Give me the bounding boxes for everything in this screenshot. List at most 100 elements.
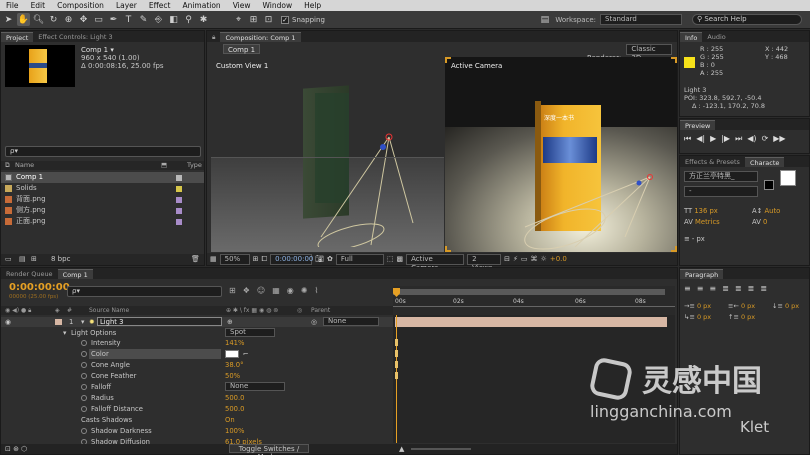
- rectangle-tool-icon[interactable]: ▭: [92, 13, 105, 26]
- eyedropper-icon[interactable]: ⌐: [243, 349, 249, 359]
- motion-blur-icon[interactable]: ◉: [287, 286, 294, 295]
- align-left-icon[interactable]: ≡: [684, 284, 691, 293]
- world-axis-icon[interactable]: ⊞: [247, 13, 260, 26]
- puppet-pin-icon[interactable]: ✱: [197, 13, 210, 26]
- tab-character[interactable]: Characte: [744, 157, 785, 167]
- property-value[interactable]: 500.0: [225, 404, 244, 414]
- list-item[interactable]: Comp 1: [1, 172, 204, 183]
- menu-file[interactable]: File: [0, 0, 25, 11]
- always-preview-icon[interactable]: ▦: [210, 255, 217, 263]
- label-color-swatch[interactable]: [55, 319, 62, 325]
- channel-icon[interactable]: ✿: [327, 255, 333, 263]
- property-value[interactable]: On: [225, 415, 235, 425]
- pan-behind-icon[interactable]: ✥: [77, 13, 90, 26]
- list-item[interactable]: Solids: [1, 183, 204, 194]
- parent-select[interactable]: None: [323, 317, 379, 326]
- tab-composition[interactable]: Composition: Comp 1: [220, 32, 301, 42]
- brush-tool-icon[interactable]: ✎: [137, 13, 150, 26]
- menu-effect[interactable]: Effect: [143, 0, 177, 11]
- justify-left-icon[interactable]: ≣: [722, 284, 729, 293]
- color-value-swatch[interactable]: [225, 350, 239, 358]
- property-value[interactable]: 100%: [225, 426, 244, 436]
- exposure-value[interactable]: +0.0: [550, 255, 567, 263]
- justify-center-icon[interactable]: ≣: [735, 284, 742, 293]
- last-frame-icon[interactable]: ⏭: [735, 134, 742, 144]
- stopwatch-icon[interactable]: [81, 384, 87, 390]
- list-item[interactable]: 侧方.png: [1, 205, 204, 216]
- property-value[interactable]: 38.0°: [225, 360, 244, 370]
- expand-arrow-icon[interactable]: ▾: [63, 328, 66, 338]
- column-parent[interactable]: Parent: [311, 306, 330, 315]
- kerning-value[interactable]: Metrics: [695, 218, 720, 226]
- custom-view-1[interactable]: Custom View 1: [211, 57, 444, 252]
- region-of-interest-icon[interactable]: ⬚: [387, 255, 394, 263]
- stopwatch-icon[interactable]: [81, 406, 87, 412]
- hand-tool-icon[interactable]: ✋: [17, 13, 30, 26]
- layer-row[interactable]: ◉ 1 ▾ ✹ Light 3 ⊕ ◎ None: [1, 317, 393, 327]
- new-folder-icon[interactable]: ▤: [19, 254, 26, 265]
- zoom-tool-icon[interactable]: 🔍︎: [32, 13, 45, 26]
- font-family-select[interactable]: 方正兰亭特黑_: [684, 171, 758, 182]
- column-type[interactable]: Type: [187, 161, 202, 170]
- property-row[interactable]: Casts Shadows On: [1, 415, 393, 425]
- audio-icon[interactable]: ◀): [747, 134, 756, 144]
- space-before-value[interactable]: 0 px: [741, 313, 755, 321]
- time-ruler[interactable]: 00s 02s 04s 06s 08s: [393, 286, 675, 315]
- property-row[interactable]: Intensity 141%: [1, 338, 393, 348]
- keyframe-marker[interactable]: [395, 372, 398, 379]
- first-frame-icon[interactable]: ⏮: [684, 134, 691, 144]
- work-area-bar[interactable]: [393, 289, 665, 295]
- shy-layers-icon[interactable]: ☺: [257, 286, 265, 295]
- indent-right-value[interactable]: 0 px: [741, 302, 755, 310]
- rotate-tool-icon[interactable]: ↻: [47, 13, 60, 26]
- stopwatch-icon[interactable]: [81, 362, 87, 368]
- interpret-footage-icon[interactable]: ▭: [5, 254, 12, 265]
- property-row[interactable]: Falloff Distance 500.0: [1, 404, 393, 414]
- property-row[interactable]: Radius 500.0: [1, 393, 393, 403]
- toggle-switches-modes-button[interactable]: Toggle Switches / Modes: [229, 444, 309, 455]
- indent-left-value[interactable]: 0 px: [697, 302, 711, 310]
- keyframe-marker[interactable]: [395, 361, 398, 368]
- timeline-search-input[interactable]: ρ▾: [67, 286, 222, 297]
- layer-name[interactable]: Light 3: [97, 317, 222, 326]
- grid-icon[interactable]: ⊞: [253, 255, 259, 263]
- keyframe-marker[interactable]: [395, 350, 398, 357]
- tab-project[interactable]: Project: [1, 32, 34, 42]
- zoom-out-icon[interactable]: ▲: [399, 444, 404, 454]
- flowchart-icon[interactable]: ⌘: [531, 255, 538, 263]
- space-after-value[interactable]: 0 px: [785, 302, 799, 310]
- fill-color-swatch[interactable]: [780, 170, 796, 186]
- list-item[interactable]: 背面.png: [1, 194, 204, 205]
- menu-window[interactable]: Window: [257, 0, 299, 11]
- prev-frame-icon[interactable]: ◀|: [696, 134, 705, 144]
- property-row[interactable]: Cone Feather 50%: [1, 371, 393, 381]
- column-source-name[interactable]: Source Name: [89, 306, 129, 315]
- justify-right-icon[interactable]: ≣: [748, 284, 755, 293]
- view-axis-icon[interactable]: ⊡: [262, 13, 275, 26]
- indent-first-value[interactable]: 0 px: [697, 313, 711, 321]
- orbit-camera-icon[interactable]: ⊕: [62, 13, 75, 26]
- fast-previews-icon[interactable]: ⚡: [513, 255, 518, 263]
- align-center-icon[interactable]: ≡: [697, 284, 704, 293]
- tracking-value[interactable]: 0: [763, 218, 767, 226]
- timeline-current-time[interactable]: 0:00:00:00: [9, 282, 70, 293]
- roto-brush-icon[interactable]: ⚲: [182, 13, 195, 26]
- column-name[interactable]: Name: [15, 161, 34, 170]
- property-row[interactable]: Shadow Darkness 100%: [1, 426, 393, 436]
- property-row[interactable]: Color ⌐: [1, 349, 393, 359]
- snapping-checkbox[interactable]: ✓: [281, 15, 289, 24]
- tab-audio[interactable]: Audio: [702, 32, 730, 42]
- light-options-group[interactable]: ▾ Light Options Spot: [1, 328, 393, 338]
- tab-render-queue[interactable]: Render Queue: [1, 269, 58, 279]
- stopwatch-icon[interactable]: [81, 428, 87, 434]
- bpc-label[interactable]: 8 bpc: [51, 254, 70, 265]
- draft-3d-icon[interactable]: ❖: [243, 286, 250, 295]
- view-layout-select[interactable]: 2 Views: [467, 253, 502, 272]
- play-icon[interactable]: ▶: [710, 134, 716, 144]
- clone-stamp-icon[interactable]: ⎆: [152, 13, 165, 26]
- current-time-field[interactable]: 0:00:00:00: [270, 253, 313, 265]
- graph-editor-icon[interactable]: ⌇: [314, 286, 318, 295]
- stopwatch-icon[interactable]: [81, 340, 87, 346]
- list-item[interactable]: 正面.png: [1, 216, 204, 227]
- font-style-select[interactable]: -: [684, 186, 758, 197]
